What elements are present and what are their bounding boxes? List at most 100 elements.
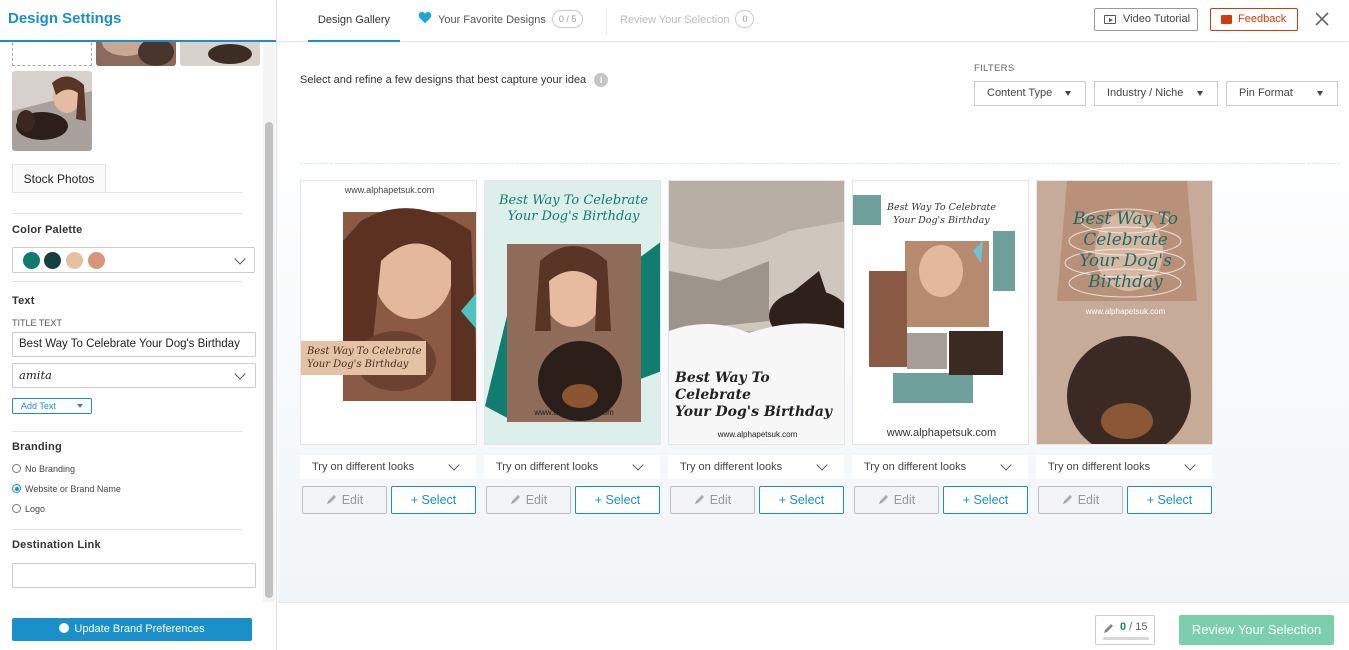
chevron-down-icon xyxy=(1000,459,1012,471)
select-button[interactable]: + Select xyxy=(575,486,660,514)
info-icon[interactable]: i xyxy=(594,73,609,87)
photo-thumbnail[interactable] xyxy=(180,42,260,66)
color-palette-select[interactable] xyxy=(12,247,255,273)
pencil-icon xyxy=(1104,624,1113,633)
try-different-looks-select[interactable]: Try on different looks xyxy=(484,455,660,479)
try-different-looks-select[interactable]: Try on different looks xyxy=(852,455,1028,479)
pencil-icon xyxy=(326,494,336,504)
filters-label: FILTERS xyxy=(974,63,1015,74)
review-count-badge: 0 xyxy=(735,10,755,29)
sidebar-scrollbar[interactable] xyxy=(263,42,275,602)
radio-no-branding[interactable]: No Branding xyxy=(12,463,75,475)
bottom-action-bar: 0 / 15 Review Your Selection xyxy=(278,602,1349,650)
caret-down-icon xyxy=(1317,91,1323,96)
card-website-text: www.alphapetsuk.com xyxy=(1085,307,1166,316)
divider xyxy=(12,431,242,432)
design-card-3[interactable]: Best Way To Celebrate Your Dog's Birthday… xyxy=(668,180,845,445)
upload-photo-box[interactable] xyxy=(12,42,92,66)
edit-button[interactable]: Edit xyxy=(670,486,755,514)
radio-button-selected[interactable] xyxy=(12,484,21,494)
close-icon[interactable] xyxy=(1313,10,1331,28)
update-brand-preferences-button[interactable]: Update Brand Preferences xyxy=(12,618,252,641)
divider xyxy=(12,529,242,530)
try-different-looks-select[interactable]: Try on different looks xyxy=(668,455,844,479)
sidebar-scroll-area: Stock Photos Color Palette Text TITLE TE… xyxy=(0,42,262,602)
try-different-looks-select[interactable]: Try on different looks xyxy=(1036,455,1212,479)
font-select[interactable]: amita xyxy=(12,363,256,388)
edit-button[interactable]: Edit xyxy=(486,486,571,514)
design-gallery-panel: Select and refine a few designs that bes… xyxy=(278,43,1349,602)
select-button[interactable]: + Select xyxy=(943,486,1028,514)
palette-swatch xyxy=(23,252,40,269)
card-website-text: www.alphapetsuk.com xyxy=(886,427,997,439)
feedback-button[interactable]: Feedback xyxy=(1210,8,1298,31)
design-settings-sidebar: Design Settings Stock Photos Color Palet… xyxy=(0,0,277,650)
chevron-down-icon xyxy=(448,459,460,471)
photo-thumbnail[interactable] xyxy=(96,42,176,66)
gallery-separator xyxy=(300,163,1340,164)
radio-button[interactable] xyxy=(12,464,21,474)
filter-pin-format[interactable]: Pin Format xyxy=(1226,81,1338,106)
design-card-1[interactable]: www.alphapetsuk.com Best Way To Celebrat… xyxy=(300,180,477,445)
card-headline: Best Way To Celebrate Your Dog's Birthday xyxy=(307,346,422,370)
chevron-down-icon xyxy=(234,253,246,265)
card-headline: Best Way To Celebrate Your Dog's Birthda… xyxy=(1073,209,1178,292)
pencil-icon xyxy=(878,494,888,504)
title-text-label: TITLE TEXT xyxy=(12,318,62,328)
divider xyxy=(12,281,242,282)
add-text-button[interactable]: Add Text xyxy=(12,398,92,414)
destination-link-input[interactable] xyxy=(12,563,256,588)
select-button[interactable]: + Select xyxy=(759,486,844,514)
card-headline: Best Way To Celebrate Your Dog's Birthday xyxy=(498,193,649,224)
user-circle-icon xyxy=(59,623,70,634)
chevron-down-icon xyxy=(816,459,828,471)
tab-favorite-designs[interactable]: Your Favorite Designs 0 / 5 xyxy=(418,0,584,42)
caret-down-icon xyxy=(1065,91,1071,96)
tab-divider xyxy=(606,8,607,34)
progress-total: / 15 xyxy=(1126,621,1148,633)
tab-design-gallery[interactable]: Design Gallery xyxy=(308,0,400,42)
heart-icon xyxy=(418,11,432,24)
video-play-icon xyxy=(1104,15,1116,24)
palette-swatch xyxy=(88,252,105,269)
radio-website-brand[interactable]: Website or Brand Name xyxy=(12,483,121,495)
divider xyxy=(12,213,242,214)
filter-industry-niche[interactable]: Industry / Niche xyxy=(1094,81,1218,106)
font-select-value: amita xyxy=(19,368,52,382)
filter-content-type[interactable]: Content Type xyxy=(974,81,1086,106)
photo-thumbnail-selected[interactable] xyxy=(12,71,92,151)
select-button[interactable]: + Select xyxy=(391,486,476,514)
title-text-input[interactable]: Best Way To Celebrate Your Dog's Birthda… xyxy=(12,332,256,357)
edit-button[interactable]: Edit xyxy=(1038,486,1123,514)
radio-logo[interactable]: Logo xyxy=(12,503,45,515)
try-different-looks-select[interactable]: Try on different looks xyxy=(300,455,476,479)
stock-photos-tab[interactable]: Stock Photos xyxy=(12,164,106,192)
gallery-instructions: Select and refine a few designs that bes… xyxy=(300,73,609,87)
chevron-down-icon xyxy=(1184,459,1196,471)
favorites-count-badge: 0 / 5 xyxy=(551,10,584,29)
destination-link-label: Destination Link xyxy=(12,539,101,551)
select-button[interactable]: + Select xyxy=(1127,486,1212,514)
review-selection-button[interactable]: Review Your Selection xyxy=(1179,615,1334,645)
caret-down-icon xyxy=(77,404,83,408)
video-tutorial-button[interactable]: Video Tutorial xyxy=(1094,8,1198,31)
chevron-down-icon xyxy=(234,368,246,380)
card-website-text: www.alphapetsuk.com xyxy=(344,185,435,195)
pencil-icon xyxy=(1062,494,1072,504)
tab-review-selection[interactable]: Review Your Selection 0 xyxy=(620,0,755,42)
design-card-5[interactable]: Best Way To Celebrate Your Dog's Birthda… xyxy=(1036,180,1213,445)
scrollbar-thumb[interactable] xyxy=(265,122,273,598)
caret-down-icon xyxy=(1197,91,1203,96)
design-card-4[interactable]: Best Way To Celebrate Your Dog's Birthday… xyxy=(852,180,1029,445)
design-card-2[interactable]: Best Way To Celebrate Your Dog's Birthday… xyxy=(484,180,661,445)
palette-swatch xyxy=(44,252,61,269)
radio-button[interactable] xyxy=(12,504,21,514)
divider xyxy=(12,192,242,193)
edit-button[interactable]: Edit xyxy=(854,486,939,514)
edit-button[interactable]: Edit xyxy=(302,486,387,514)
card-website-text: www.alphapetsuk.com xyxy=(717,430,798,439)
edit-progress-counter: 0 / 15 xyxy=(1095,615,1155,645)
chevron-down-icon xyxy=(632,459,644,471)
add-text-label: Add Text xyxy=(21,401,56,411)
card-headline: Best Way To Celebrate Your Dog's Birthday xyxy=(887,202,996,226)
